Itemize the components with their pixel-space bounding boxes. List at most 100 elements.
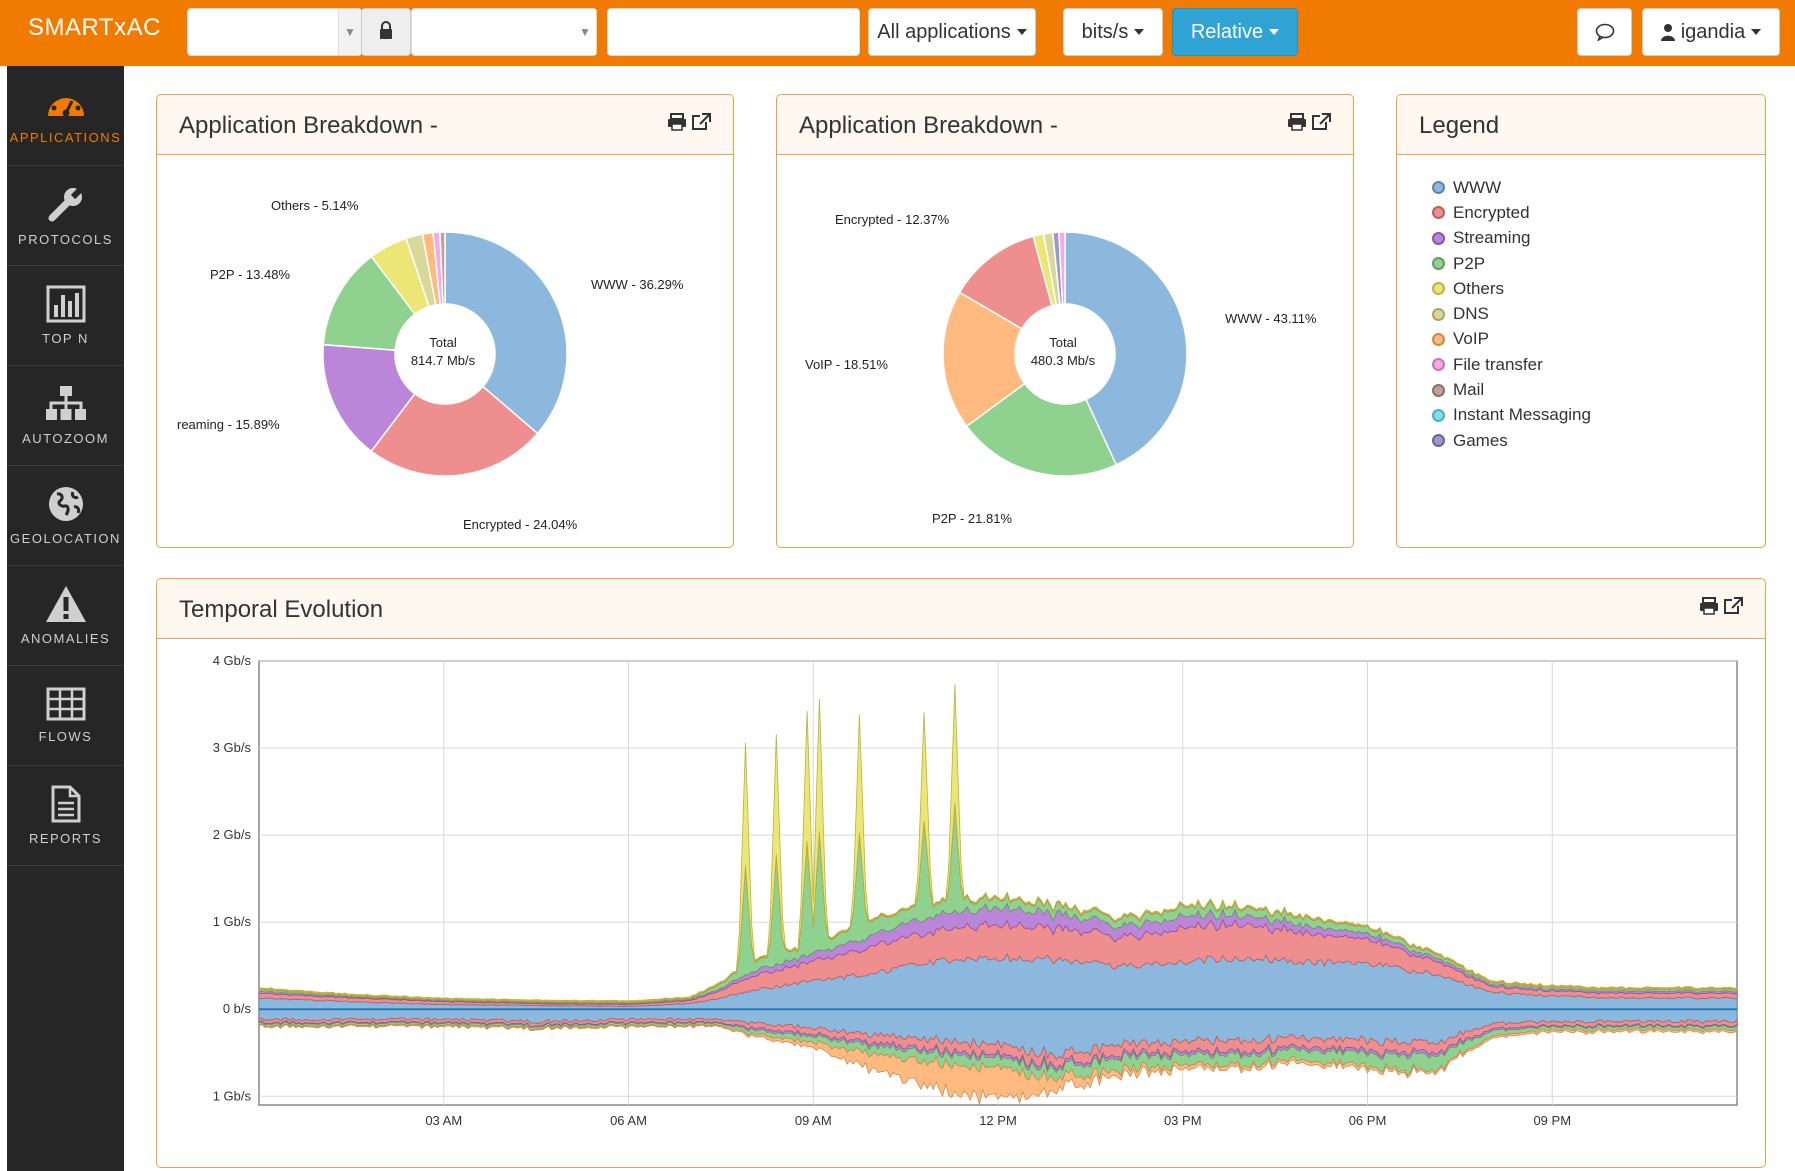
sidebar-item-applications[interactable]: APPLICATIONS bbox=[7, 66, 124, 166]
pie-center-total: Total 814.7 Mb/s bbox=[383, 334, 503, 370]
sidebar-item-flows[interactable]: FLOWS bbox=[7, 666, 124, 766]
external-link-icon[interactable] bbox=[1311, 113, 1331, 131]
print-icon[interactable] bbox=[1287, 113, 1307, 131]
external-link-icon[interactable] bbox=[691, 113, 711, 131]
sidebar-item-label: ANOMALIES bbox=[20, 631, 111, 646]
legend-item[interactable]: Streaming bbox=[1432, 226, 1591, 251]
applications-dropdown-button[interactable]: All applications bbox=[868, 8, 1036, 56]
sidebar-item-label: GEOLOCATION bbox=[10, 531, 121, 546]
x-tick-label: 09 PM bbox=[1533, 1113, 1571, 1128]
legend-item[interactable]: P2P bbox=[1432, 251, 1591, 276]
pie-label: reaming - 15.89% bbox=[177, 417, 280, 432]
sidebar-item-top-n[interactable]: TOP N bbox=[7, 266, 124, 366]
x-tick-label: 12 PM bbox=[979, 1113, 1017, 1128]
legend-item[interactable]: WWW bbox=[1432, 175, 1591, 200]
legend-item[interactable]: Instant Messaging bbox=[1432, 403, 1591, 428]
units-dropdown-button[interactable]: bits/s bbox=[1063, 8, 1163, 56]
panel-title: Application Breakdown - bbox=[179, 112, 438, 139]
application-breakdown-panel-2: Application Breakdown - Total 480.3 Mb/s… bbox=[776, 94, 1354, 548]
legend-swatch bbox=[1432, 257, 1445, 271]
user-menu-button[interactable]: igandia bbox=[1642, 8, 1780, 56]
user-name: igandia bbox=[1680, 20, 1746, 43]
messages-button[interactable] bbox=[1577, 8, 1632, 56]
sidebar-item-label: APPLICATIONS bbox=[9, 130, 122, 145]
pie-label: Encrypted - 24.04% bbox=[463, 517, 578, 532]
units-dropdown-label: bits/s bbox=[1081, 20, 1129, 43]
legend-label: DNS bbox=[1453, 304, 1489, 324]
mode-dropdown-button[interactable]: Relative bbox=[1172, 8, 1298, 56]
y-tick-label: 1 Gb/s bbox=[213, 914, 252, 929]
caret-down-icon bbox=[1016, 29, 1027, 35]
legend-label: WWW bbox=[1453, 177, 1502, 197]
applications-dropdown-label: All applications bbox=[877, 20, 1011, 43]
legend-label: Others bbox=[1453, 278, 1505, 298]
chevron-down-icon[interactable]: ▼ bbox=[574, 9, 596, 55]
legend-item[interactable]: Mail bbox=[1432, 377, 1591, 402]
sidebar-item-autozoom[interactable]: AUTOZOOM bbox=[7, 366, 124, 466]
sidebar-item-reports[interactable]: REPORTS bbox=[7, 766, 124, 866]
dashboard-icon bbox=[47, 91, 84, 117]
legend-item[interactable]: DNS bbox=[1432, 301, 1591, 326]
caret-down-icon bbox=[1134, 29, 1145, 35]
pie-label: VoIP - 18.51% bbox=[805, 357, 888, 372]
interface-select[interactable]: ▼ bbox=[411, 8, 597, 56]
x-tick-label: 03 AM bbox=[425, 1113, 462, 1128]
print-icon[interactable] bbox=[1699, 597, 1719, 615]
y-tick-label: 3 Gb/s bbox=[213, 740, 252, 755]
pie-label: Encrypted - 12.37% bbox=[835, 212, 950, 227]
brand-logo[interactable]: SMARTxAC bbox=[28, 14, 161, 42]
lock-icon bbox=[380, 21, 392, 39]
pie-label: P2P - 13.48% bbox=[210, 267, 290, 282]
temporal-area-chart: 4 Gb/s 3 Gb/s 2 Gb/s 1 Gb/s 0 b/s 1 Gb/s 03 AM… bbox=[213, 653, 1738, 1128]
sidebar-item-geolocation[interactable]: GEOLOCATION bbox=[7, 466, 124, 566]
filter-combobox[interactable]: ▼ bbox=[187, 8, 362, 56]
temporal-evolution-panel: Temporal Evolution 4 Gb/s 3 Gb/s 2 Gb/s 1 G… bbox=[156, 578, 1766, 1168]
sidebar-item-label: FLOWS bbox=[38, 729, 93, 744]
panel-title: Legend bbox=[1419, 112, 1500, 139]
external-link-icon[interactable] bbox=[1723, 597, 1743, 615]
legend-item[interactable]: VoIP bbox=[1432, 327, 1591, 352]
caret-down-icon bbox=[1751, 29, 1762, 35]
x-tick-label: 06 AM bbox=[610, 1113, 647, 1128]
legend-swatch bbox=[1432, 231, 1445, 245]
legend-label: Encrypted bbox=[1453, 202, 1530, 222]
y-tick-label: 2 Gb/s bbox=[213, 827, 252, 842]
wrench-icon bbox=[48, 185, 84, 222]
legend-label: Games bbox=[1453, 430, 1508, 450]
panel-header: Application Breakdown - bbox=[157, 95, 733, 155]
print-icon[interactable] bbox=[667, 113, 687, 131]
legend-item[interactable]: Others bbox=[1432, 276, 1591, 301]
sidebar-item-label: TOP N bbox=[42, 331, 89, 346]
search-input[interactable] bbox=[607, 8, 860, 56]
globe-icon bbox=[48, 487, 83, 521]
total-label: Total bbox=[429, 335, 457, 350]
table-grid-icon bbox=[46, 687, 85, 721]
warning-icon bbox=[45, 586, 86, 622]
sidebar-item-label: PROTOCOLS bbox=[18, 232, 113, 247]
legend-swatch bbox=[1432, 282, 1445, 296]
lock-button[interactable] bbox=[361, 8, 411, 56]
legend-item[interactable]: Encrypted bbox=[1432, 200, 1591, 225]
legend-swatch bbox=[1432, 206, 1445, 220]
legend-label: File transfer bbox=[1453, 354, 1543, 374]
x-tick-label: 09 AM bbox=[795, 1113, 832, 1128]
legend-swatch bbox=[1432, 307, 1445, 321]
x-tick-label: 06 PM bbox=[1349, 1113, 1387, 1128]
sidebar-item-label: AUTOZOOM bbox=[22, 431, 109, 446]
pie-label: WWW - 43.11% bbox=[1225, 311, 1317, 326]
chevron-down-icon[interactable]: ▼ bbox=[338, 9, 361, 55]
caret-down-icon bbox=[1269, 29, 1280, 35]
panel-header: Temporal Evolution bbox=[157, 579, 1765, 639]
total-label: Total bbox=[1049, 335, 1077, 350]
sidebar-item-anomalies[interactable]: ANOMALIES bbox=[7, 566, 124, 666]
mode-dropdown-label: Relative bbox=[1190, 20, 1264, 43]
legend-item[interactable]: File transfer bbox=[1432, 352, 1591, 377]
legend-label: VoIP bbox=[1453, 329, 1489, 349]
legend-item[interactable]: Games bbox=[1432, 428, 1591, 453]
comment-icon bbox=[1595, 23, 1614, 41]
document-icon bbox=[51, 785, 80, 823]
user-icon bbox=[1660, 24, 1675, 41]
pie-center-total: Total 480.3 Mb/s bbox=[1003, 334, 1123, 370]
panel-header: Legend bbox=[1397, 95, 1765, 155]
sidebar-item-protocols[interactable]: PROTOCOLS bbox=[7, 166, 124, 266]
